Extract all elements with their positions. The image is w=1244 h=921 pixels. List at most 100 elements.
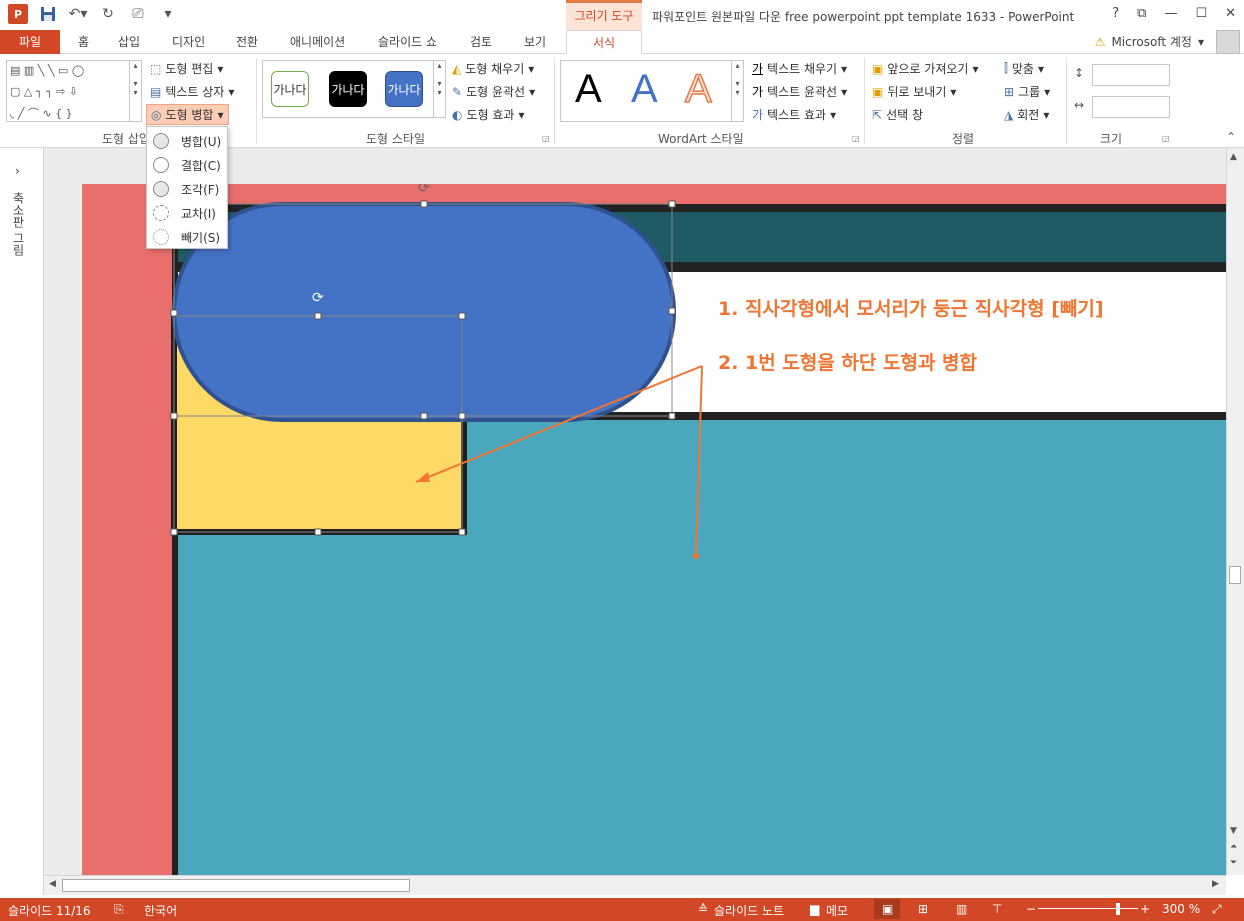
shape-effects-button[interactable]: ◐ 도형 효과 ▾ <box>452 106 525 123</box>
slide-editing-area[interactable]: ⟳ ⟳ 1. 직사각형에서 모서리가 둥근 직사각형 [빼기] 2. 1번 도형… <box>44 148 1226 875</box>
menu-item-union[interactable]: 병합(U) <box>147 129 229 153</box>
slideshow-icon[interactable]: ⊤ <box>992 902 1002 916</box>
scroll-right-icon[interactable]: ▶ <box>1212 879 1219 889</box>
fit-to-window-icon[interactable]: ⤢ <box>1212 902 1222 917</box>
zoom-in-button[interactable]: + <box>1140 902 1150 916</box>
shape-style-scroll[interactable]: ▴ ▾ ▾ <box>433 61 445 117</box>
annotation-step-2[interactable]: 2. 1번 도형을 하단 도형과 병합 <box>718 348 977 375</box>
notes-button[interactable]: 슬라이드 노트 <box>714 902 784 919</box>
tab-format[interactable]: 서식 <box>566 30 642 54</box>
spellcheck-icon[interactable]: ⎘ <box>114 902 124 917</box>
scroll-up-icon[interactable]: ▲ <box>1230 152 1237 162</box>
minimize-button[interactable]: — <box>1164 6 1177 21</box>
tab-review[interactable]: 검토 <box>470 30 492 54</box>
menu-item-label: 결합(C) <box>181 158 221 173</box>
wordart-preset-blue[interactable]: A <box>631 67 658 112</box>
next-slide-icon[interactable]: ⏷ <box>1230 858 1237 868</box>
language-indicator[interactable]: 한국어 <box>144 902 177 919</box>
zoom-slider-thumb[interactable] <box>1116 903 1120 915</box>
textbox-shape-icon[interactable]: ▤ ▥ ╲ ╲ ▭ ◯ <box>10 64 84 77</box>
shape-fill-button[interactable]: ◭ 도형 채우기 ▾ <box>452 60 534 77</box>
menu-item-intersect[interactable]: 교차(I) <box>147 201 229 225</box>
redo-icon[interactable]: ↻ <box>98 4 118 24</box>
slide-sorter-icon[interactable]: ⊞ <box>918 902 928 916</box>
shape-style-preset-1[interactable]: 가나다 <box>271 71 309 107</box>
account-area[interactable]: ⚠ Microsoft 계정 ▾ <box>1095 33 1204 50</box>
tab-insert[interactable]: 삽입 <box>118 30 140 54</box>
shape-style-preset-2[interactable]: 가나다 <box>329 71 367 107</box>
align-button[interactable]: ⫿ 맞춤 ▾ <box>1004 60 1044 77</box>
send-backward-button[interactable]: ▣ 뒤로 보내기 ▾ <box>872 83 956 100</box>
previous-slide-icon[interactable]: ⏶ <box>1230 842 1237 852</box>
chevron-right-icon[interactable]: › <box>15 164 20 178</box>
menu-item-combine[interactable]: 결합(C) <box>147 153 229 177</box>
width-input[interactable] <box>1092 96 1170 118</box>
maximize-button[interactable]: ☐ <box>1195 6 1207 21</box>
zoom-slider-track[interactable] <box>1038 908 1138 909</box>
tab-transitions[interactable]: 전환 <box>236 30 258 54</box>
tab-home[interactable]: 홈 <box>78 30 89 54</box>
shape-style-preset-3[interactable]: 가나다 <box>385 71 423 107</box>
presentation-icon[interactable]: ⎚ <box>128 4 148 24</box>
reading-view-icon[interactable]: ▥ <box>956 902 967 916</box>
tab-design[interactable]: 디자인 <box>172 30 205 54</box>
dialog-launcher-icon[interactable]: ◲ <box>1162 134 1170 143</box>
wordart-preset-black[interactable]: A <box>575 67 602 112</box>
chevron-down-icon: ▾ <box>518 107 525 122</box>
shape-outline-button[interactable]: ✎ 도형 윤곽선 ▾ <box>452 83 535 100</box>
avatar[interactable] <box>1216 30 1240 54</box>
merge-shapes-button[interactable]: ◎ 도형 병합 ▾ <box>146 104 229 125</box>
dialog-launcher-icon[interactable]: ◲ <box>542 134 550 143</box>
customize-qat-icon[interactable]: ▾ <box>158 4 178 24</box>
text-fill-button[interactable]: 가 텍스트 채우기 ▾ <box>752 60 847 77</box>
tab-view[interactable]: 보기 <box>524 30 546 54</box>
text-box-button[interactable]: ▤ 텍스트 상자 ▾ <box>150 83 234 100</box>
shape-gallery-scroll[interactable]: ▴ ▾ ▾ <box>129 61 141 121</box>
comments-button[interactable]: 메모 <box>826 902 848 919</box>
vertical-scroll-thumb[interactable] <box>1229 566 1241 584</box>
wordart-preset-orange[interactable]: A <box>684 66 712 112</box>
tab-slideshow[interactable]: 슬라이드 쇼 <box>378 30 437 54</box>
annotation-step-1[interactable]: 1. 직사각형에서 모서리가 둥근 직사각형 [빼기] <box>718 294 1104 321</box>
thumbnail-pane-collapsed[interactable]: › 축소판 그림 <box>0 148 44 895</box>
wordart-gallery-scroll[interactable]: ▴ ▾ ▾ <box>731 61 743 121</box>
vertical-scrollbar[interactable]: ▲ ▼ ⏶ ⏷ <box>1226 148 1244 875</box>
scroll-left-icon[interactable]: ◀ <box>49 879 56 889</box>
freeform-shapes-icon[interactable]: ◟ ╱ ⌒ ∿ { } <box>10 105 73 121</box>
horizontal-scrollbar[interactable]: ◀ ▶ <box>44 875 1226 895</box>
zoom-out-button[interactable]: − <box>1026 902 1036 916</box>
chevron-down-icon: ▾ <box>529 84 536 99</box>
menu-item-subtract[interactable]: 빼기(S) <box>147 225 229 249</box>
height-input[interactable] <box>1092 64 1170 86</box>
chevron-down-icon: ▾ <box>841 84 848 99</box>
ribbon-display-button[interactable]: ⧉ <box>1137 6 1146 21</box>
collapse-ribbon-icon[interactable]: ⌃ <box>1226 130 1236 144</box>
slide-canvas[interactable]: ⟳ ⟳ 1. 직사각형에서 모서리가 둥근 직사각형 [빼기] 2. 1번 도형… <box>82 184 1226 875</box>
help-button[interactable]: ? <box>1112 6 1119 21</box>
zoom-level[interactable]: 300 % <box>1162 902 1200 916</box>
chevron-down-icon: ▾ <box>228 84 235 99</box>
tab-animations[interactable]: 애니메이션 <box>290 30 345 54</box>
chevron-down-icon: ▾ <box>1197 34 1204 49</box>
text-outline-icon: 가 <box>752 85 764 99</box>
scroll-down-icon[interactable]: ▼ <box>1230 826 1237 836</box>
selection-pane-button[interactable]: ⇱ 선택 창 <box>872 106 923 123</box>
dialog-launcher-icon[interactable]: ◲ <box>852 134 860 143</box>
tab-file[interactable]: 파일 <box>0 30 60 54</box>
group-button[interactable]: ⊞ 그룹 ▾ <box>1004 83 1050 100</box>
shape-gallery[interactable]: ▤ ▥ ╲ ╲ ▭ ◯ ▢ △ ┐ ┐ ⇨ ⇩ ◟ ╱ ⌒ ∿ { } ▴ ▾ ▾ <box>6 60 142 122</box>
text-outline-button[interactable]: 가 텍스트 윤곽선 ▾ <box>752 83 847 100</box>
text-effects-button[interactable]: 가 텍스트 효과 ▾ <box>752 106 836 123</box>
wordart-gallery[interactable]: A A A ▴ ▾ ▾ <box>560 60 744 122</box>
shape-style-gallery[interactable]: 가나다 가나다 가나다 ▴ ▾ ▾ <box>262 60 446 118</box>
basic-shapes-icon[interactable]: ▢ △ ┐ ┐ ⇨ ⇩ <box>10 85 78 98</box>
blue-rounded-rectangle-shape <box>172 202 676 422</box>
undo-icon[interactable]: ↶▾ <box>68 4 88 24</box>
bring-forward-button[interactable]: ▣ 앞으로 가져오기 ▾ <box>872 60 978 77</box>
rotate-button[interactable]: ◮ 회전 ▾ <box>1004 106 1049 123</box>
save-icon[interactable] <box>38 4 58 24</box>
menu-item-fragment[interactable]: 조각(F) <box>147 177 229 201</box>
horizontal-scroll-thumb[interactable] <box>62 879 410 892</box>
edit-shape-button[interactable]: ⬚ 도형 편집 ▾ <box>150 60 223 77</box>
close-button[interactable]: ✕ <box>1225 6 1236 21</box>
